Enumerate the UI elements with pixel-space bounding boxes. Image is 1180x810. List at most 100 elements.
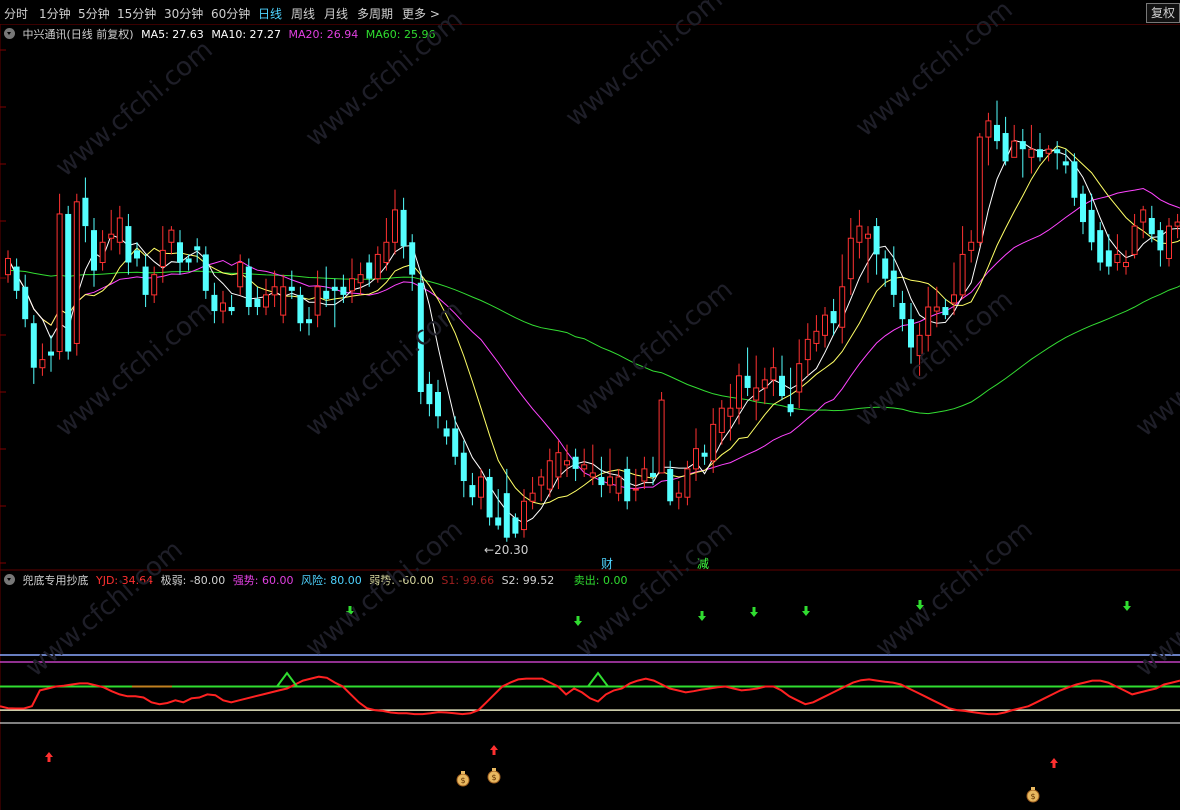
candle-up <box>271 286 278 296</box>
candle-down <box>1105 250 1112 267</box>
candle-up <box>959 253 966 296</box>
candle-up <box>108 233 115 239</box>
candle-up <box>718 407 725 433</box>
candle-up <box>951 294 957 304</box>
candle-down <box>228 307 235 312</box>
candle-up <box>933 306 940 312</box>
candle-down <box>882 258 889 279</box>
candle-up <box>813 330 820 344</box>
candle-down <box>495 517 502 526</box>
money-bag-knot <box>492 768 496 771</box>
candle-down <box>890 270 897 295</box>
candle-down <box>306 319 312 324</box>
candle-down <box>91 230 97 271</box>
candle-up <box>263 294 269 308</box>
candle-up <box>770 367 777 381</box>
candle-down <box>435 392 441 417</box>
candle-up <box>314 286 321 316</box>
candle-down <box>22 286 29 320</box>
candle-down <box>908 319 914 348</box>
candle-up <box>280 286 287 316</box>
candle-up <box>564 460 570 466</box>
candle-up <box>383 241 390 264</box>
candle-up <box>607 476 613 486</box>
candle-up <box>839 286 846 328</box>
candle-up <box>822 314 828 336</box>
candle-up <box>632 488 639 491</box>
candle-down <box>340 286 347 295</box>
candle-down <box>125 226 132 263</box>
money-bag-symbol: $ <box>460 776 465 785</box>
candle-up <box>529 492 536 502</box>
candle-up <box>116 217 123 243</box>
candle-down <box>211 294 218 312</box>
collapse-main-icon[interactable] <box>4 28 15 39</box>
candle-down <box>331 286 338 291</box>
candle-down <box>469 485 476 498</box>
candle-up <box>56 213 63 353</box>
candle-down <box>202 254 209 291</box>
candle-down <box>1080 193 1086 223</box>
candle-down <box>1097 230 1104 263</box>
s1-label: S1: 99.66 <box>441 574 495 587</box>
candle-up <box>1166 225 1172 259</box>
candle-up <box>159 249 166 268</box>
candle-up <box>684 468 691 498</box>
indicator-legend: 兜底专用抄底 YJD: 34.64 极弱: -80.00 强势: 60.00 风… <box>4 572 631 588</box>
candle-up <box>349 278 355 292</box>
candle-down <box>1019 141 1026 150</box>
candle-down <box>82 197 89 227</box>
sell-arrow-icon <box>574 616 582 626</box>
money-bag-symbol: $ <box>1030 792 1035 801</box>
candle-up <box>1140 209 1147 223</box>
candle-down <box>1062 161 1069 166</box>
candle-down <box>873 226 880 255</box>
candle-down <box>1157 230 1164 251</box>
candle-down <box>572 456 579 469</box>
jiruo-label: 极弱: -80.00 <box>160 574 226 587</box>
ma10-label: MA10: 27.27 <box>211 28 282 41</box>
buy-arrow-icon <box>45 752 53 762</box>
candle-up <box>1174 221 1180 227</box>
candle-up <box>39 359 46 369</box>
candle-up <box>976 136 983 243</box>
candle-down <box>1071 161 1078 198</box>
candle-up <box>5 257 11 276</box>
money-bag-knot <box>461 771 465 774</box>
candle-up <box>804 338 811 361</box>
candle-down <box>787 404 794 413</box>
candle-down <box>366 262 373 279</box>
maichu-label: 卖出: 0.00 <box>573 574 628 587</box>
candle-up <box>555 452 562 478</box>
money-bag-symbol: $ <box>491 773 496 782</box>
candle-up <box>521 500 527 531</box>
candle-up <box>710 423 717 462</box>
qiangshi-label: 强势: 60.00 <box>232 574 294 587</box>
candle-down <box>426 383 433 405</box>
candle-up <box>168 229 175 243</box>
candle-down <box>245 266 252 308</box>
candle-up <box>641 468 648 482</box>
candle-up <box>985 120 992 138</box>
candle-up <box>753 387 760 401</box>
candle-down <box>443 428 450 437</box>
candle-up <box>761 379 768 389</box>
candle-up <box>1011 140 1018 158</box>
candle-up <box>392 209 398 243</box>
finance-marker[interactable]: 财 <box>601 555 613 572</box>
buy-arrow-icon <box>1050 758 1058 768</box>
candle-down <box>460 452 467 482</box>
candle-down <box>1054 149 1061 154</box>
candle-up <box>856 225 863 243</box>
candle-up <box>1028 148 1035 158</box>
collapse-indicator-icon[interactable] <box>4 574 15 585</box>
candle-up <box>374 253 381 280</box>
candle-down <box>13 266 20 291</box>
candle-up <box>220 302 226 312</box>
candle-up <box>546 460 553 490</box>
candle-up <box>357 274 364 284</box>
candle-up <box>1123 262 1129 268</box>
candle-down <box>254 298 261 308</box>
candle-up <box>675 492 682 498</box>
signal-spike <box>587 671 609 688</box>
